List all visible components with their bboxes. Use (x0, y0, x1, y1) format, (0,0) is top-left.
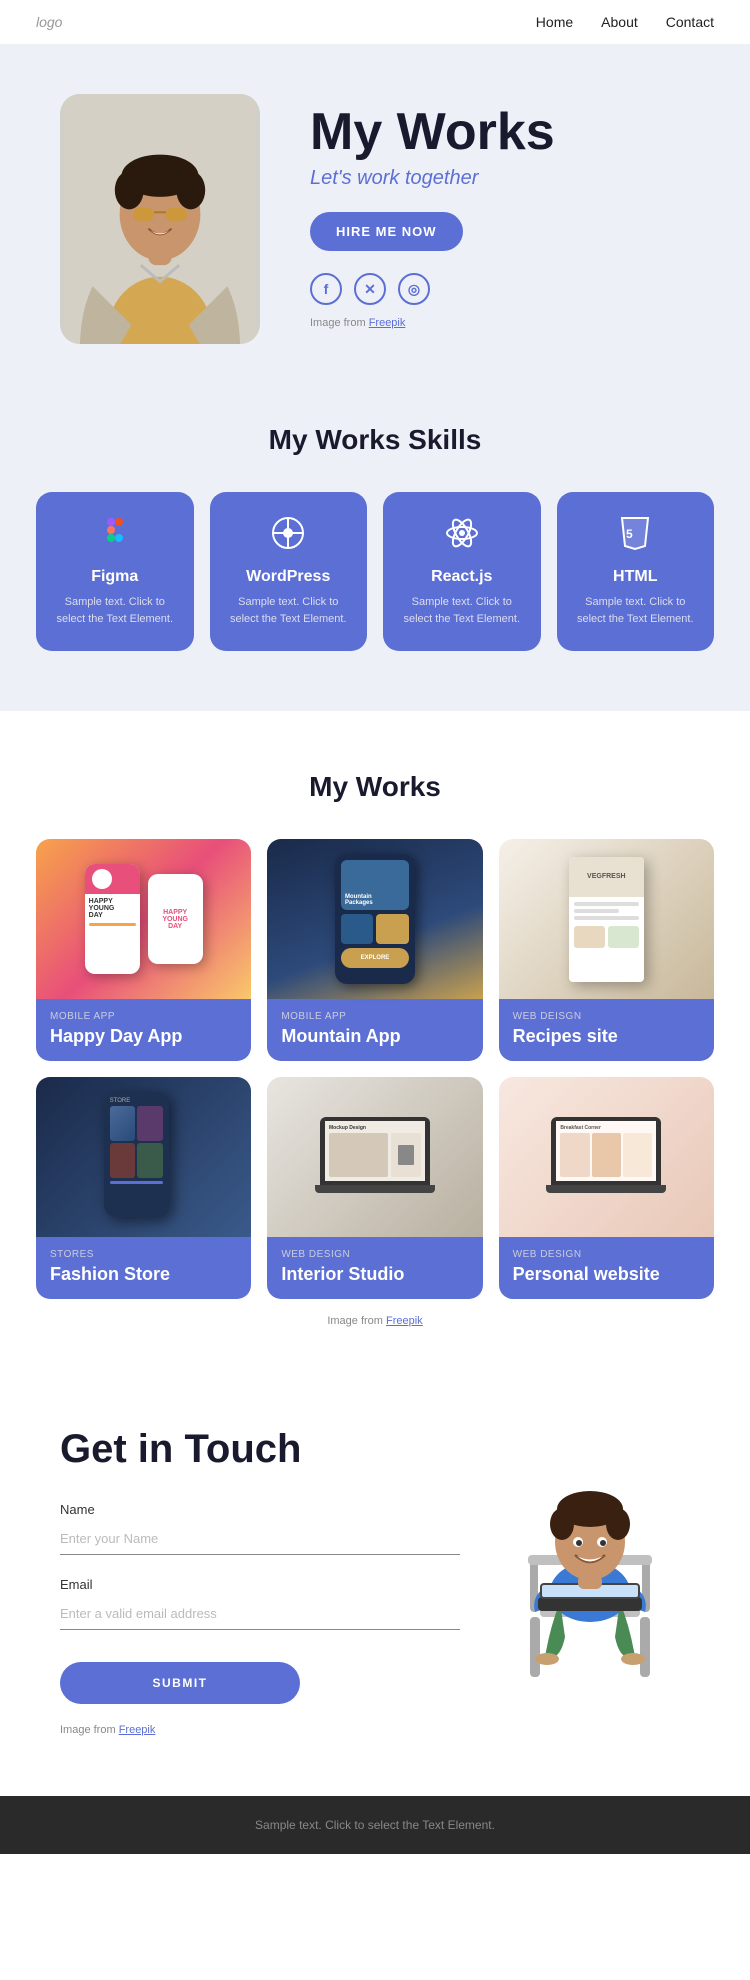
hero-content: My Works Let's work together HIRE ME NOW… (310, 94, 555, 329)
react-icon (399, 516, 525, 558)
work-title: Happy Day App (50, 1026, 237, 1047)
freepik-link[interactable]: Freepik (369, 317, 406, 329)
name-label: Name (60, 1502, 460, 1517)
contact-title: Get in Touch (60, 1427, 460, 1472)
figma-name: Figma (52, 568, 178, 586)
work-card-happyday[interactable]: HAPPY YOUNG DAY HAPPYYOUNGDAY MOBILE APP… (36, 839, 251, 1061)
works-title: My Works (36, 771, 714, 803)
skills-grid: Figma Sample text. Click to select the T… (36, 492, 714, 651)
navbar: logo Home About Contact (0, 0, 750, 44)
work-title: Interior Studio (281, 1264, 468, 1285)
name-input[interactable] (60, 1523, 460, 1555)
work-category: MOBILE APP (281, 1011, 468, 1022)
skill-wordpress: WordPress Sample text. Click to select t… (210, 492, 368, 651)
nav-home[interactable]: Home (536, 14, 573, 30)
skills-title: My Works Skills (36, 424, 714, 456)
work-overlay-interior: WEB DESIGN Interior Studio (267, 1237, 482, 1299)
contact-freepik-note: Image from Freepik (60, 1724, 460, 1736)
html-icon: 5 (573, 516, 699, 558)
skills-section: My Works Skills Figma Sample text. Click… (0, 374, 750, 711)
contact-freepik-link[interactable]: Freepik (119, 1724, 156, 1736)
hero-subtitle: Let's work together (310, 167, 555, 190)
work-card-mountain[interactable]: MountainPackages EXPLORE MOBILE APP Moun… (267, 839, 482, 1061)
work-overlay-recipes: WEB DEISGN Recipes site (499, 999, 714, 1061)
work-category: MOBILE APP (50, 1011, 237, 1022)
hero-section: My Works Let's work together HIRE ME NOW… (0, 44, 750, 374)
work-overlay-happyday: MOBILE APP Happy Day App (36, 999, 251, 1061)
skill-figma: Figma Sample text. Click to select the T… (36, 492, 194, 651)
nav-links: Home About Contact (536, 14, 714, 30)
works-section: My Works HAPPY YOUNG DAY HAPPYYOUNGD (0, 711, 750, 1357)
skill-react: React.js Sample text. Click to select th… (383, 492, 541, 651)
footer: Sample text. Click to select the Text El… (0, 1796, 750, 1854)
contact-form: Get in Touch Name Email SUBMIT Image fro… (60, 1427, 460, 1736)
works-freepik-note: Image from Freepik (36, 1315, 714, 1327)
work-card-fashion[interactable]: STORE STORES Fashion Store (36, 1077, 251, 1299)
name-field-group: Name (60, 1502, 460, 1555)
skill-html: 5 HTML Sample text. Click to select the … (557, 492, 715, 651)
react-desc: Sample text. Click to select the Text El… (399, 594, 525, 627)
figma-icon (52, 516, 178, 558)
hero-title: My Works (310, 104, 555, 161)
work-card-interior[interactable]: Mockup Design WEB DESIGN I (267, 1077, 482, 1299)
hero-image (60, 94, 260, 344)
work-category: WEB DESIGN (513, 1249, 700, 1260)
work-title: Mountain App (281, 1026, 468, 1047)
react-name: React.js (399, 568, 525, 586)
wordpress-icon (226, 516, 352, 558)
work-card-personal[interactable]: Breakfast Corner WEB DESIGN Personal web… (499, 1077, 714, 1299)
work-overlay-personal: WEB DESIGN Personal website (499, 1237, 714, 1299)
html-desc: Sample text. Click to select the Text El… (573, 594, 699, 627)
work-title: Fashion Store (50, 1264, 237, 1285)
work-card-recipes[interactable]: VEGFRESH WEB DEISGN Recipes site (499, 839, 714, 1061)
email-label: Email (60, 1577, 460, 1592)
wordpress-desc: Sample text. Click to select the Text El… (226, 594, 352, 627)
works-freepik-link[interactable]: Freepik (386, 1315, 423, 1327)
submit-button[interactable]: SUBMIT (60, 1662, 300, 1704)
work-category: STORES (50, 1249, 237, 1260)
work-category: WEB DEISGN (513, 1011, 700, 1022)
twitter-icon[interactable]: ✕ (354, 273, 386, 305)
contact-section: Get in Touch Name Email SUBMIT Image fro… (0, 1357, 750, 1796)
figma-desc: Sample text. Click to select the Text El… (52, 594, 178, 627)
logo: logo (36, 14, 62, 30)
nav-contact[interactable]: Contact (666, 14, 714, 30)
work-category: WEB DESIGN (281, 1249, 468, 1260)
social-icons: f ✕ ◎ (310, 273, 555, 305)
work-overlay-fashion: STORES Fashion Store (36, 1237, 251, 1299)
nav-about[interactable]: About (601, 14, 638, 30)
facebook-icon[interactable]: f (310, 273, 342, 305)
email-field-group: Email (60, 1577, 460, 1630)
work-title: Personal website (513, 1264, 700, 1285)
svg-text:5: 5 (626, 527, 633, 541)
instagram-icon[interactable]: ◎ (398, 273, 430, 305)
hero-freepik-note: Image from Freepik (310, 317, 555, 329)
footer-text: Sample text. Click to select the Text El… (36, 1818, 714, 1832)
contact-illustration (490, 1427, 690, 1712)
work-overlay-mountain: MOBILE APP Mountain App (267, 999, 482, 1061)
works-grid: HAPPY YOUNG DAY HAPPYYOUNGDAY MOBILE APP… (36, 839, 714, 1299)
email-input[interactable] (60, 1598, 460, 1630)
wordpress-name: WordPress (226, 568, 352, 586)
work-title: Recipes site (513, 1026, 700, 1047)
html-name: HTML (573, 568, 699, 586)
hire-btn[interactable]: HIRE ME NOW (310, 212, 463, 251)
